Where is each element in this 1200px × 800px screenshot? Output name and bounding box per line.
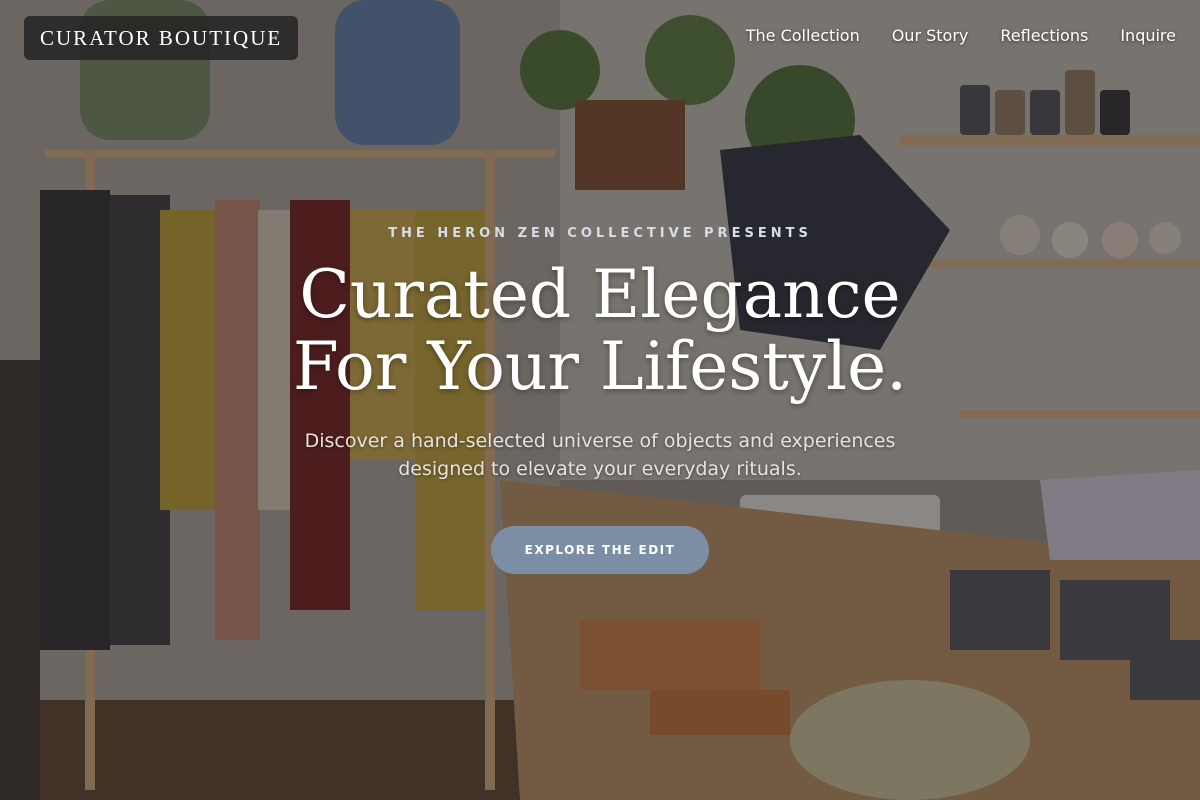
main-nav: The Collection Our Story Reflections Inq… (746, 26, 1176, 45)
hero-section: CURATOR BOUTIQUE The Collection Our Stor… (0, 0, 1200, 800)
hero-headline-line-1: Curated Elegance (299, 256, 901, 333)
hero-headline: Curated Elegance For Your Lifestyle. (0, 259, 1200, 403)
nav-item-the-collection[interactable]: The Collection (746, 26, 860, 45)
explore-the-edit-button[interactable]: EXPLORE THE EDIT (491, 526, 709, 574)
hero-eyebrow: THE HERON ZEN COLLECTIVE PRESENTS (388, 226, 812, 241)
brand-logo[interactable]: CURATOR BOUTIQUE (24, 16, 299, 60)
nav-item-reflections[interactable]: Reflections (1000, 26, 1088, 45)
nav-item-our-story[interactable]: Our Story (892, 26, 969, 45)
hero-copy: THE HERON ZEN COLLECTIVE PRESENTS Curate… (0, 226, 1200, 483)
hero-headline-line-2: For Your Lifestyle. (292, 328, 908, 405)
hero-subtitle: Discover a hand-selected universe of obj… (304, 430, 896, 480)
nav-item-inquire[interactable]: Inquire (1120, 26, 1176, 45)
